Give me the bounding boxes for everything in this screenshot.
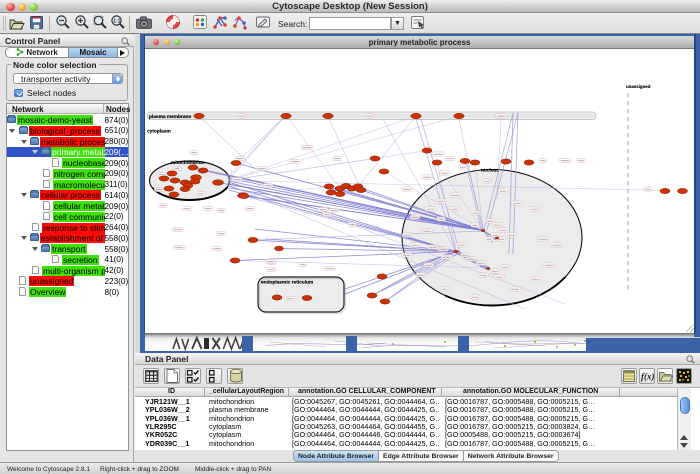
svg-text:nucleus: nucleus: [481, 167, 499, 173]
svg-text:unassigned: unassigned: [626, 84, 651, 89]
svg-text:mitochondrion: mitochondrion: [171, 160, 205, 166]
svg-text:f(x): f(x): [641, 371, 655, 381]
svg-text:endoplasmic reticulum: endoplasmic reticulum: [261, 279, 313, 285]
svg-text:plasma membrane: plasma membrane: [149, 114, 191, 120]
svg-text:cytoplasm: cytoplasm: [147, 128, 171, 134]
svg-text:1:1: 1:1: [113, 19, 120, 25]
